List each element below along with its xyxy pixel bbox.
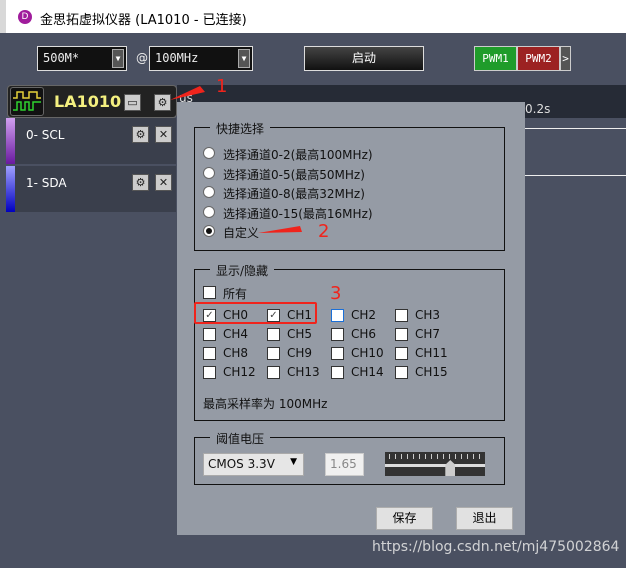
slider-track xyxy=(385,464,485,467)
channel-checkbox[interactable] xyxy=(331,347,344,360)
quick-select-title: 快捷选择 xyxy=(210,120,271,137)
channel-checkbox-label: CH15 xyxy=(415,365,448,379)
channel-close-icon[interactable]: ✕ xyxy=(155,174,172,191)
all-checkbox[interactable] xyxy=(203,286,216,299)
quick-option-radio[interactable] xyxy=(203,166,215,179)
all-label: 所有 xyxy=(223,287,248,301)
channel-checkbox-label: CH12 xyxy=(223,365,256,379)
slider-ticks xyxy=(389,454,481,459)
channel-row-scl: 0- SCL ⚙ ✕ xyxy=(6,118,176,164)
channel-checkbox-label: CH2 xyxy=(351,308,377,322)
channel-checkbox-label: CH11 xyxy=(415,346,448,360)
channel-checkbox-label: CH14 xyxy=(351,365,384,379)
channel-checkbox-label: CH9 xyxy=(287,346,313,360)
annotation-2: 2 xyxy=(318,221,330,242)
title-bar: D 金思拓虚拟仪器 (LA1010 - 已连接) xyxy=(0,0,626,33)
annotation-highlight-box xyxy=(194,302,317,324)
channel-checkbox[interactable] xyxy=(395,328,408,341)
quick-option-radio[interactable] xyxy=(203,147,215,159)
start-button[interactable]: 启动 xyxy=(304,46,424,71)
pwm2-button[interactable]: PWM2 xyxy=(517,46,560,71)
channel-settings-gear-icon[interactable]: ⚙ xyxy=(132,174,149,191)
samples-value: 500M* xyxy=(43,51,80,65)
channel-checkbox[interactable] xyxy=(267,366,280,379)
pwm-more-button[interactable]: > xyxy=(560,46,571,71)
threshold-title: 阈值电压 xyxy=(210,430,271,447)
channel-checkbox-label: CH7 xyxy=(415,327,441,341)
settings-gear-icon[interactable]: ⚙ xyxy=(154,94,171,111)
annotation-3: 3 xyxy=(330,283,342,304)
quick-option-label: 选择通道0-15(最高16MHz) xyxy=(223,206,373,221)
exit-button[interactable]: 退出 xyxy=(456,507,513,530)
channel-checkbox-label: CH6 xyxy=(351,327,377,341)
samples-dropdown[interactable]: 500M* ▼ xyxy=(37,46,127,71)
channel-checkbox-label: CH13 xyxy=(287,365,320,379)
channel-checkbox[interactable] xyxy=(395,309,408,322)
channel-checkbox-label: CH8 xyxy=(223,346,249,360)
threshold-value-input[interactable]: 1.65 xyxy=(325,453,364,476)
channel-checkbox[interactable] xyxy=(203,328,216,341)
channel-color-bar xyxy=(6,118,15,164)
quick-option-label: 选择通道0-5(最高50MHz) xyxy=(223,167,365,182)
annotation-1: 1 xyxy=(216,76,228,97)
quick-option-radio[interactable] xyxy=(203,225,215,237)
chevron-down-icon: ▼ xyxy=(290,457,297,467)
threshold-type-select[interactable]: CMOS 3.3V ▼ xyxy=(203,453,304,476)
watermark: https://blog.csdn.net/mj475002864 xyxy=(372,539,620,555)
channel-checkbox-label: CH5 xyxy=(287,327,313,341)
at-label: @ xyxy=(136,51,148,65)
channel-label: 1- SDA xyxy=(26,176,67,190)
max-rate-text: 最高采样率为 100MHz xyxy=(203,397,328,411)
pwm1-button[interactable]: PWM1 xyxy=(474,46,517,71)
channel-row-sda: 1- SDA ⚙ ✕ xyxy=(6,166,176,212)
channel-checkbox[interactable] xyxy=(203,347,216,360)
quick-option-radio[interactable] xyxy=(203,205,215,218)
channel-checkbox[interactable] xyxy=(267,347,280,360)
channel-checkbox-label: CH10 xyxy=(351,346,384,360)
device-name: LA1010 xyxy=(54,92,122,111)
app-logo-icon: D xyxy=(18,10,32,24)
quick-option-radio[interactable] xyxy=(203,186,215,198)
device-panel: LA1010 ▭ ⚙ xyxy=(7,85,177,118)
quick-option-label: 选择通道0-2(最高100MHz) xyxy=(223,148,373,162)
quick-option-label: 自定义 xyxy=(223,226,260,240)
channel-checkbox[interactable] xyxy=(331,366,344,379)
chevron-down-icon: ▼ xyxy=(112,49,124,68)
rate-dropdown[interactable]: 100MHz ▼ xyxy=(149,46,253,71)
channel-settings-gear-icon[interactable]: ⚙ xyxy=(132,126,149,143)
window-title: 金思拓虚拟仪器 (LA1010 - 已连接) xyxy=(40,13,247,28)
save-button[interactable]: 保存 xyxy=(376,507,433,530)
channel-checkbox[interactable] xyxy=(267,328,280,341)
channel-color-bar xyxy=(6,166,15,212)
threshold-slider[interactable] xyxy=(385,452,485,476)
channel-checkbox[interactable] xyxy=(203,366,216,379)
channel-checkbox[interactable] xyxy=(331,328,344,341)
channel-checkbox[interactable] xyxy=(395,366,408,379)
quick-option-label: 选择通道0-8(最高32MHz) xyxy=(223,187,365,201)
chip-button[interactable]: ▭ xyxy=(124,94,141,111)
channel-checkbox-label: CH4 xyxy=(223,327,249,341)
ruler-right-label: 0.2s xyxy=(525,102,551,116)
threshold-type-value: CMOS 3.3V xyxy=(208,457,275,471)
channel-close-icon[interactable]: ✕ xyxy=(155,126,172,143)
slider-thumb[interactable] xyxy=(445,460,456,476)
channel-label: 0- SCL xyxy=(26,128,65,142)
channel-checkbox[interactable] xyxy=(331,309,344,322)
rate-value: 100MHz xyxy=(155,51,199,65)
show-hide-title: 显示/隐藏 xyxy=(210,262,275,279)
channel-checkbox-label: CH3 xyxy=(415,308,441,322)
channel-checkbox[interactable] xyxy=(395,347,408,360)
chevron-down-icon: ▼ xyxy=(238,49,250,68)
logic-analyzer-icon xyxy=(10,87,44,116)
